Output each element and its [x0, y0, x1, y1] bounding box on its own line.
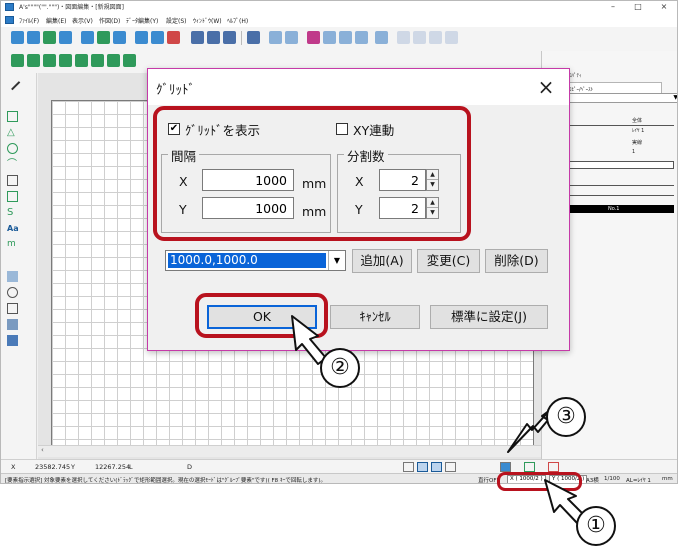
callout-one: ①: [576, 506, 616, 546]
pointer-arrows: [291, 315, 587, 525]
callout-two: ②: [320, 348, 360, 388]
callout-three: ③: [546, 397, 586, 437]
arrow-to-grid-icon: [507, 409, 551, 453]
arrow-to-ok: [291, 315, 327, 365]
